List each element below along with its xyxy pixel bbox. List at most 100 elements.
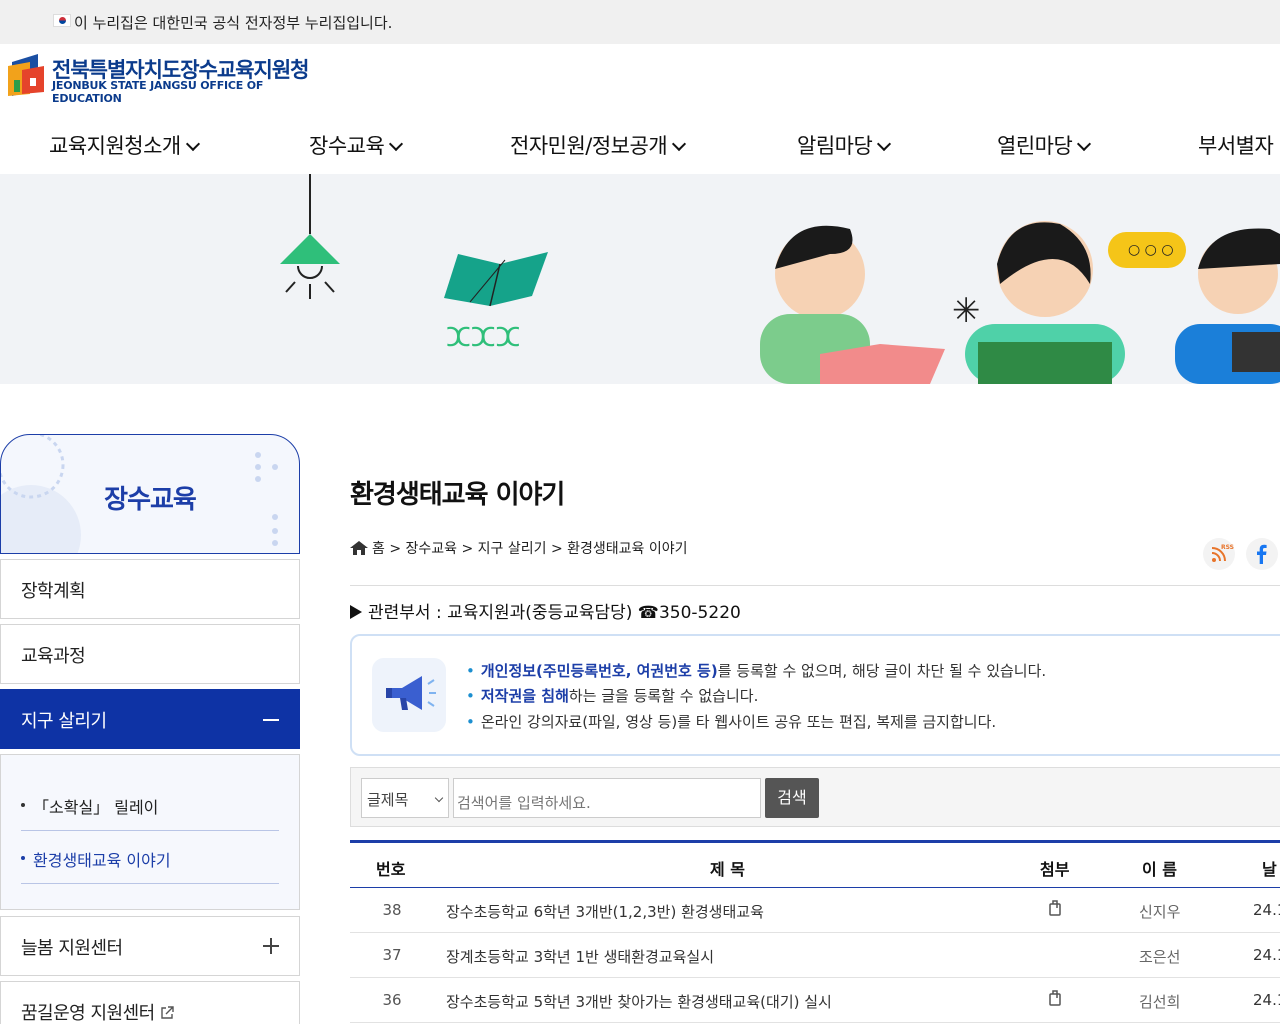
sidebar-subitem-label: 「소확실」 릴레이 — [33, 798, 159, 817]
sidebar-item-neulbom[interactable]: 늘봄 지원센터 — [0, 916, 300, 976]
col-header-num: 번호 — [376, 860, 406, 879]
sidebar-item-save-earth[interactable]: 지구 살리기 — [0, 689, 300, 749]
gov-banner-text[interactable]: 이 누리집은 대한민국 공식 전자정부 누리집입니다. — [74, 12, 392, 33]
sidebar-item-label: 장학계획 — [21, 581, 86, 602]
facebook-button[interactable] — [1246, 538, 1278, 570]
home-icon[interactable] — [350, 541, 368, 555]
search-field-select[interactable]: 글제목 — [361, 778, 449, 818]
main-nav: 교육지원청소개 장수교육 전자민원/정보공개 알림마당 열린마당 부서별자 — [0, 118, 1280, 174]
nav-item-open[interactable]: 열린마당 — [997, 130, 1092, 160]
nav-item-label: 전자민원/정보공개 — [510, 134, 668, 158]
logo-mark-icon — [8, 54, 44, 96]
col-header-attach: 첨부 — [1040, 860, 1070, 879]
related-dept: 관련부서 : 교육지원과(중등교육담당) ☎350-5220 — [350, 598, 741, 623]
row-title-link[interactable]: 장수초등학교 5학년 3개반 찾아가는 환경생태교육(대기) 실시 — [446, 991, 832, 1012]
row-title-link[interactable]: 장수초등학교 6학년 3개반(1,2,3반) 환경생태교육 — [446, 901, 764, 922]
sidebar-item-curriculum[interactable]: 교육과정 — [0, 624, 300, 684]
facebook-icon — [1257, 544, 1267, 564]
nav-item-jangsu-edu[interactable]: 장수교육 — [309, 130, 404, 160]
nav-item-label: 알림마당 — [797, 134, 873, 158]
row-title-link[interactable]: 장계초등학교 3학년 1반 생태환경교육실시 — [446, 946, 714, 967]
notice-text: 온라인 강의자료(파일, 영상 등)를 타 웹사이트 공유 또는 편집, 복제를… — [480, 713, 997, 731]
expand-icon — [263, 938, 279, 954]
divider — [350, 585, 1280, 586]
row-author: 김선희 — [1139, 993, 1181, 1011]
page-title: 환경생태교육 이야기 — [350, 480, 565, 510]
chevron-down-icon — [1077, 136, 1092, 152]
table-header: 번호 제 목 첨부 이 름 날 — [350, 840, 1280, 888]
chevron-down-icon — [877, 136, 892, 152]
nav-item-label: 열린마당 — [997, 134, 1073, 158]
svg-text:✳: ✳ — [952, 291, 981, 331]
nav-item-label: 교육지원청소개 — [49, 134, 181, 158]
sidebar-item-plan[interactable]: 장학계획 — [0, 559, 300, 619]
notice-text: 를 등록할 수 없으며, 해당 글이 차단 될 수 있습니다. — [717, 662, 1047, 680]
svg-text:ⵋⵋⵋ: ⵋⵋⵋ — [446, 323, 520, 353]
row-author: 신지우 — [1139, 903, 1181, 921]
chevron-down-icon — [185, 136, 200, 152]
nav-item-minwon[interactable]: 전자민원/정보공개 — [510, 130, 687, 160]
notice-line-copyright: 저작권을 침해하는 글을 등록할 수 없습니다. — [466, 685, 758, 706]
table-row: 38 장수초등학교 6학년 3개반(1,2,3반) 환경생태교육 신지우 24.… — [350, 888, 1280, 933]
svg-text:○ ○ ○: ○ ○ ○ — [1128, 242, 1174, 258]
notice-line-privacy: 개인정보(주민등록번호, 여권번호 등)를 등록할 수 없으며, 해당 글이 차… — [466, 660, 1046, 681]
nav-item-label: 장수교육 — [309, 134, 385, 158]
table-row: 37 장계초등학교 3학년 1반 생태환경교육실시 조은선 24.1 — [350, 933, 1280, 978]
rss-label: RSS — [1221, 544, 1234, 551]
rss-icon — [1211, 547, 1226, 562]
col-header-date: 날 — [1262, 860, 1277, 879]
collapse-icon — [263, 719, 279, 721]
sidebar-item-label: 교육과정 — [21, 646, 86, 667]
search-button[interactable]: 검색 — [765, 778, 819, 818]
search-bar: 글제목 검색 — [350, 767, 1280, 827]
hero-illustration: ⵋⵋⵋ ✳ ○ ○ ○ — [280, 174, 1280, 384]
notice-text: 하는 글을 등록할 수 없습니다. — [568, 687, 759, 705]
nav-item-notice[interactable]: 알림마당 — [797, 130, 892, 160]
sidebar-submenu: 「소확실」 릴레이 환경생태교육 이야기 — [0, 754, 300, 910]
table-row: 36 장수초등학교 5학년 3개반 찾아가는 환경생태교육(대기) 실시 김선희… — [350, 978, 1280, 1023]
related-dept-text: 관련부서 : 교육지원과(중등교육담당) ☎350-5220 — [368, 603, 741, 623]
sidebar-header: 장수교육 — [0, 434, 300, 554]
attachment-icon[interactable] — [1048, 899, 1062, 917]
row-num: 38 — [382, 901, 402, 919]
sidebar-item-kkumgil[interactable]: 꿈길운영 지원센터 — [0, 981, 300, 1024]
notice-highlight: 개인정보(주민등록번호, 여권번호 등) — [480, 662, 718, 680]
breadcrumb: 홈 > 장수교육 > 지구 살리기 > 환경생태교육 이야기 — [350, 538, 688, 558]
gov-banner: 이 누리집은 대한민국 공식 전자정부 누리집입니다. — [0, 0, 1280, 44]
attachment-icon[interactable] — [1048, 989, 1062, 1007]
col-header-name: 이 름 — [1142, 860, 1178, 879]
site-logo[interactable]: 전북특별자치도장수교육지원청 JEONBUK STATE JANGSU OFFI… — [8, 52, 328, 105]
notice-line-lecture: 온라인 강의자료(파일, 영상 등)를 타 웹사이트 공유 또는 편집, 복제를… — [466, 711, 996, 732]
sidebar-title: 장수교육 — [104, 485, 197, 515]
sidebar-subitem-eco-edu[interactable]: 환경생태교육 이야기 — [21, 832, 279, 884]
col-header-title: 제 목 — [710, 860, 746, 879]
search-input[interactable] — [453, 778, 761, 818]
sidebar-item-label: 지구 살리기 — [21, 711, 107, 732]
row-date: 24.1 — [1253, 901, 1280, 919]
row-date: 24.1 — [1253, 991, 1280, 1009]
chevron-down-icon — [434, 793, 444, 803]
sidebar-item-label: 늘봄 지원센터 — [21, 938, 123, 959]
triangle-right-icon — [350, 605, 362, 619]
sidebar-subitem-label: 환경생태교육 이야기 — [33, 851, 171, 870]
row-num: 36 — [382, 991, 402, 1009]
row-date: 24.1 — [1253, 946, 1280, 964]
chevron-down-icon — [389, 136, 404, 152]
sidebar-item-label: 꿈길운영 지원센터 — [21, 999, 174, 1024]
nav-item-intro[interactable]: 교육지원청소개 — [49, 130, 200, 160]
sidebar-item-text: 꿈길운영 지원센터 — [21, 1003, 155, 1024]
chevron-down-icon — [672, 136, 687, 152]
notice-highlight: 저작권을 침해 — [480, 687, 569, 705]
row-author: 조은선 — [1139, 948, 1181, 966]
nav-item-dept[interactable]: 부서별자 — [1198, 130, 1274, 160]
rss-button[interactable]: RSS — [1203, 538, 1235, 570]
notice-box: 개인정보(주민등록번호, 여권번호 등)를 등록할 수 없으며, 해당 글이 차… — [350, 634, 1280, 756]
external-link-icon — [161, 1006, 174, 1019]
breadcrumb-text[interactable]: 홈 > 장수교육 > 지구 살리기 > 환경생태교육 이야기 — [372, 541, 688, 557]
logo-name-en: JEONBUK STATE JANGSU OFFICE OF EDUCATION — [52, 79, 264, 105]
nav-item-label: 부서별자 — [1198, 134, 1274, 158]
megaphone-icon — [372, 658, 446, 732]
sidebar-subitem-relay[interactable]: 「소확실」 릴레이 — [21, 779, 279, 831]
korea-flag-icon — [53, 14, 71, 27]
hero-banner: ⵋⵋⵋ ✳ ○ ○ ○ — [0, 174, 1280, 384]
